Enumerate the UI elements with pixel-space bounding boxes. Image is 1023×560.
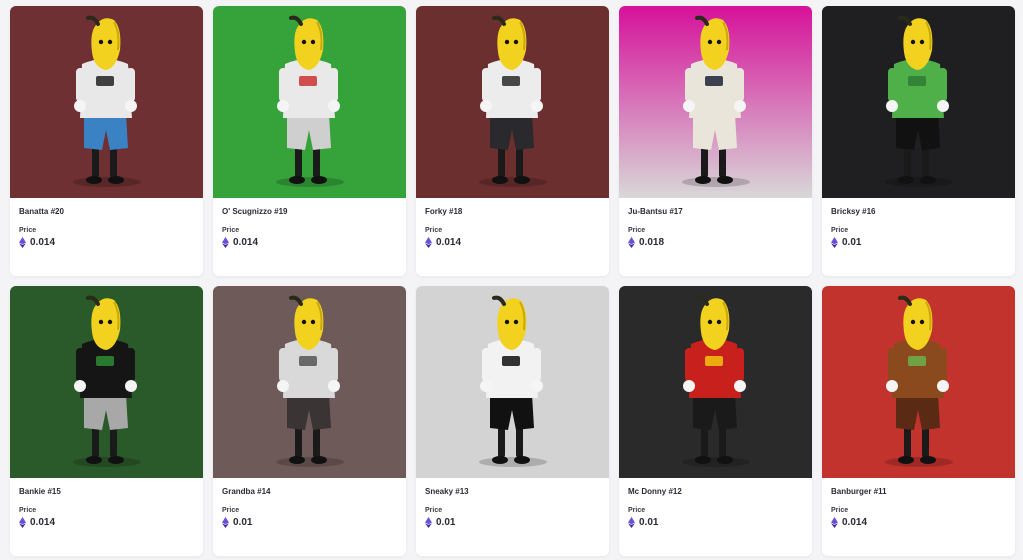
price-row: 0.01 <box>222 517 397 528</box>
price-label: Price <box>222 227 240 234</box>
nft-card[interactable]: Banatta #20 Price 0.014 <box>10 6 203 276</box>
nft-image <box>10 6 203 198</box>
banana-character-illustration <box>619 286 812 478</box>
nft-image <box>619 6 812 198</box>
banana-character-illustration <box>822 286 1015 478</box>
nft-name: Mc Donny #12 <box>628 487 682 496</box>
nft-info: Mc Donny #12 Price 0.01 <box>619 478 812 528</box>
price-row: 0.01 <box>628 517 803 528</box>
nft-info: Grandba #14 Price 0.01 <box>213 478 406 528</box>
banana-character-illustration <box>213 6 406 198</box>
price-value: 0.014 <box>436 237 462 248</box>
banana-character-illustration <box>10 286 203 478</box>
nft-name: Forky #18 <box>425 207 463 216</box>
price-label: Price <box>222 507 240 514</box>
banana-character-illustration <box>619 6 812 198</box>
price-row: 0.014 <box>19 517 194 528</box>
nft-name: Bricksy #16 <box>831 207 876 216</box>
price-value: 0.014 <box>30 517 56 528</box>
nft-card[interactable]: Ju-Bantsu #17 Price 0.018 <box>619 6 812 276</box>
price-label: Price <box>19 227 37 234</box>
nft-info: Banburger #11 Price 0.014 <box>822 478 1015 528</box>
nft-name: Banatta #20 <box>19 207 64 216</box>
price-label: Price <box>628 227 646 234</box>
price-label: Price <box>425 507 443 514</box>
nft-card[interactable]: Mc Donny #12 Price 0.01 <box>619 286 812 556</box>
ethereum-icon <box>222 237 229 248</box>
ethereum-icon <box>628 237 635 248</box>
nft-card[interactable]: Bankie #15 Price 0.014 <box>10 286 203 556</box>
ethereum-icon <box>831 517 838 528</box>
price-row: 0.014 <box>831 517 1006 528</box>
price-row: 0.014 <box>425 237 600 248</box>
price-row: 0.01 <box>425 517 600 528</box>
nft-card[interactable]: Sneaky #13 Price 0.01 <box>416 286 609 556</box>
price-value: 0.014 <box>233 237 259 248</box>
nft-card[interactable]: Banburger #11 Price 0.014 <box>822 286 1015 556</box>
nft-image <box>213 6 406 198</box>
nft-info: Ju-Bantsu #17 Price 0.018 <box>619 198 812 248</box>
nft-grid: Banatta #20 Price 0.014 O' Scugnizzo #19… <box>10 6 1015 556</box>
price-row: 0.014 <box>222 237 397 248</box>
banana-character-illustration <box>416 6 609 198</box>
nft-info: O' Scugnizzo #19 Price 0.014 <box>213 198 406 248</box>
banana-character-illustration <box>10 6 203 198</box>
nft-image <box>213 286 406 478</box>
nft-name: O' Scugnizzo #19 <box>222 207 288 216</box>
nft-card[interactable]: Grandba #14 Price 0.01 <box>213 286 406 556</box>
price-value: 0.014 <box>30 237 56 248</box>
ethereum-icon <box>425 517 432 528</box>
ethereum-icon <box>831 237 838 248</box>
nft-info: Bricksy #16 Price 0.01 <box>822 198 1015 248</box>
nft-info: Sneaky #13 Price 0.01 <box>416 478 609 528</box>
price-value: 0.01 <box>639 517 659 528</box>
price-value: 0.01 <box>842 237 862 248</box>
ethereum-icon <box>628 517 635 528</box>
price-row: 0.018 <box>628 237 803 248</box>
banana-character-illustration <box>213 286 406 478</box>
nft-image <box>10 286 203 478</box>
nft-name: Banburger #11 <box>831 487 887 496</box>
price-value: 0.01 <box>233 517 253 528</box>
ethereum-icon <box>19 517 26 528</box>
nft-card[interactable]: Bricksy #16 Price 0.01 <box>822 6 1015 276</box>
ethereum-icon <box>19 237 26 248</box>
banana-character-illustration <box>416 286 609 478</box>
nft-name: Ju-Bantsu #17 <box>628 207 683 216</box>
price-label: Price <box>628 507 646 514</box>
nft-image <box>416 6 609 198</box>
price-row: 0.01 <box>831 237 1006 248</box>
nft-info: Banatta #20 Price 0.014 <box>10 198 203 248</box>
price-value: 0.01 <box>436 517 456 528</box>
nft-name: Sneaky #13 <box>425 487 469 496</box>
nft-card[interactable]: Forky #18 Price 0.014 <box>416 6 609 276</box>
price-value: 0.014 <box>842 517 868 528</box>
nft-card[interactable]: O' Scugnizzo #19 Price 0.014 <box>213 6 406 276</box>
nft-image <box>822 286 1015 478</box>
price-label: Price <box>831 227 849 234</box>
price-label: Price <box>831 507 849 514</box>
ethereum-icon <box>425 237 432 248</box>
nft-image <box>619 286 812 478</box>
nft-info: Forky #18 Price 0.014 <box>416 198 609 248</box>
ethereum-icon <box>222 517 229 528</box>
price-row: 0.014 <box>19 237 194 248</box>
nft-name: Bankie #15 <box>19 487 61 496</box>
nft-name: Grandba #14 <box>222 487 271 496</box>
banana-character-illustration <box>822 6 1015 198</box>
nft-info: Bankie #15 Price 0.014 <box>10 478 203 528</box>
nft-image <box>416 286 609 478</box>
price-label: Price <box>425 227 443 234</box>
price-label: Price <box>19 507 37 514</box>
nft-image <box>822 6 1015 198</box>
price-value: 0.018 <box>639 237 665 248</box>
